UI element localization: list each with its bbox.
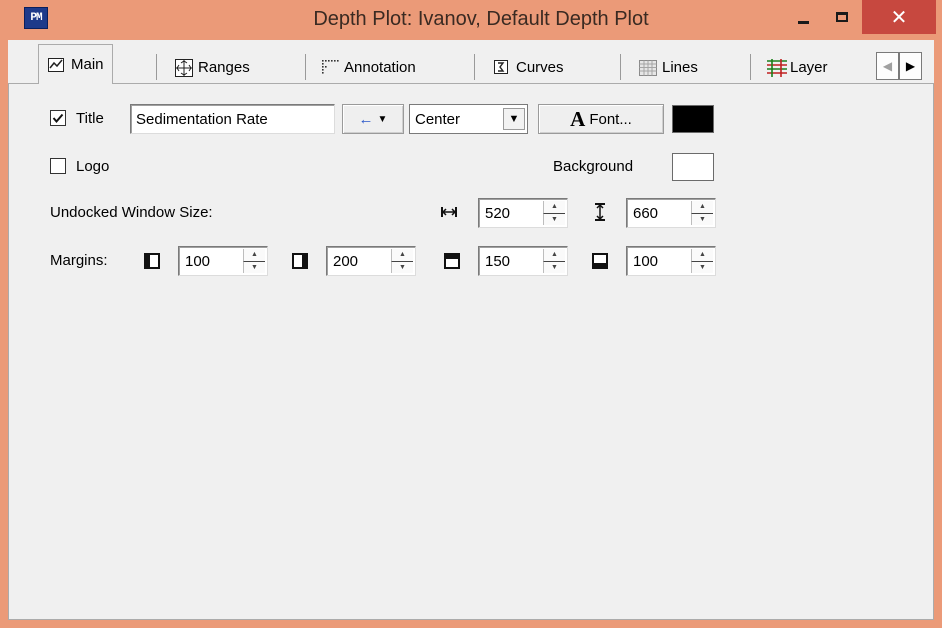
width-icon	[440, 204, 458, 224]
spin-down-button[interactable]: ▼	[243, 261, 265, 273]
logo-row: Logo Background	[8, 150, 934, 186]
tab-divider	[474, 54, 475, 80]
tab-divider	[156, 54, 157, 80]
spin-up-button[interactable]: ▲	[691, 249, 713, 262]
tab-label: Main	[71, 56, 104, 73]
tab-scroll-buttons: ◀ ▶	[876, 52, 922, 80]
chevron-down-icon: ▼	[377, 113, 388, 125]
spin-down-button[interactable]: ▼	[691, 261, 713, 273]
background-label: Background	[553, 158, 634, 175]
line-chart-icon	[47, 56, 65, 74]
logo-checkbox[interactable]	[50, 158, 66, 174]
margin-bottom-spinner[interactable]: 100 ▲ ▼	[626, 246, 716, 276]
title-row: Title Sedimentation Rate ← ▼ Center ▼ A …	[8, 102, 934, 138]
margin-top-icon	[444, 253, 460, 273]
spin-down-button[interactable]: ▼	[543, 261, 565, 273]
window-height-value: 660	[633, 204, 659, 222]
height-icon	[592, 202, 608, 226]
spin-up-button[interactable]: ▲	[543, 249, 565, 262]
tab-lines[interactable]: Lines	[638, 50, 698, 84]
spin-down-button[interactable]: ▼	[543, 213, 565, 225]
spin-up-button[interactable]: ▲	[243, 249, 265, 262]
tab-label: Annotation	[344, 58, 416, 76]
font-icon: A	[570, 106, 586, 131]
window-size-row: Undocked Window Size: 520 ▲ ▼ 660 ▲ ▼	[8, 196, 934, 232]
margin-left-value: 100	[185, 252, 211, 270]
spin-up-button[interactable]: ▲	[691, 201, 713, 214]
close-icon: ✕	[890, 6, 908, 29]
lines-grid-icon	[638, 58, 657, 76]
tab-annotation[interactable]: Annotation	[320, 50, 416, 84]
app-window: PM Depth Plot: Ivanov, Default Depth Plo…	[0, 0, 942, 628]
client-area: Main Ranges Annotation Curves Lines Laye…	[8, 40, 934, 620]
margins-label: Margins:	[50, 252, 108, 269]
margin-right-spinner[interactable]: 200 ▲ ▼	[326, 246, 416, 276]
margin-left-spinner[interactable]: 100 ▲ ▼	[178, 246, 268, 276]
title-position-value: Center	[415, 110, 461, 128]
window-height-spinner[interactable]: 660 ▲ ▼	[626, 198, 716, 228]
title-label: Title	[76, 110, 104, 127]
tab-label: Lines	[662, 58, 698, 76]
title-alignment-dropdown-button[interactable]: ← ▼	[342, 104, 404, 134]
maximize-button[interactable]	[824, 0, 860, 34]
tab-label: Curves	[516, 58, 564, 76]
tab-scroll-right-button[interactable]: ▶	[899, 52, 922, 80]
title-checkbox[interactable]	[50, 110, 66, 126]
window-width-value: 520	[485, 204, 511, 222]
layer-icon	[766, 58, 787, 77]
background-color-swatch[interactable]	[672, 153, 714, 181]
tab-curves[interactable]: Curves	[492, 50, 564, 84]
margin-top-spinner[interactable]: 150 ▲ ▼	[478, 246, 568, 276]
chevron-down-icon[interactable]: ▼	[503, 108, 525, 130]
tab-divider	[305, 54, 306, 80]
tab-label: Ranges	[198, 58, 250, 76]
title-input[interactable]: Sedimentation Rate	[130, 104, 335, 134]
margin-right-value: 200	[333, 252, 359, 270]
tab-divider	[620, 54, 621, 80]
tab-strip: Main Ranges Annotation Curves Lines Laye…	[8, 40, 934, 84]
margin-left-icon	[144, 253, 160, 273]
title-color-swatch[interactable]	[672, 105, 714, 133]
ranges-grid-icon	[174, 58, 193, 77]
margin-right-icon	[292, 253, 308, 273]
tab-scroll-left-button[interactable]: ◀	[876, 52, 899, 80]
margin-bottom-value: 100	[633, 252, 659, 270]
margin-top-value: 150	[485, 252, 511, 270]
title-bar[interactable]: PM Depth Plot: Ivanov, Default Depth Plo…	[0, 0, 942, 40]
font-button[interactable]: A Font...	[538, 104, 664, 134]
tab-label: Layer	[790, 58, 828, 76]
minimize-button[interactable]	[785, 0, 821, 34]
tab-ranges[interactable]: Ranges	[174, 50, 250, 84]
annotation-dots-icon	[320, 58, 339, 76]
spin-down-button[interactable]: ▼	[391, 261, 413, 273]
curves-icon	[492, 58, 510, 76]
title-position-select[interactable]: Center ▼	[409, 104, 528, 134]
check-icon	[52, 113, 64, 124]
font-button-label: Font...	[589, 110, 632, 128]
arrow-left-icon: ←	[358, 110, 374, 128]
close-button[interactable]: ✕	[862, 0, 936, 34]
logo-label: Logo	[76, 158, 110, 175]
tab-divider	[750, 54, 751, 80]
maximize-icon	[836, 12, 848, 22]
undocked-size-label: Undocked Window Size:	[50, 204, 213, 221]
margins-row: Margins: 100 ▲ ▼ 200 ▲ ▼ 150 ▲ ▼ 100 ▲ ▼	[8, 244, 934, 280]
tab-main[interactable]: Main	[38, 44, 113, 84]
minimize-icon	[797, 20, 809, 24]
spin-up-button[interactable]: ▲	[543, 201, 565, 214]
window-width-spinner[interactable]: 520 ▲ ▼	[478, 198, 568, 228]
spin-up-button[interactable]: ▲	[391, 249, 413, 262]
tab-layer[interactable]: Layer	[766, 50, 828, 84]
margin-bottom-icon	[592, 253, 608, 273]
spin-down-button[interactable]: ▼	[691, 213, 713, 225]
